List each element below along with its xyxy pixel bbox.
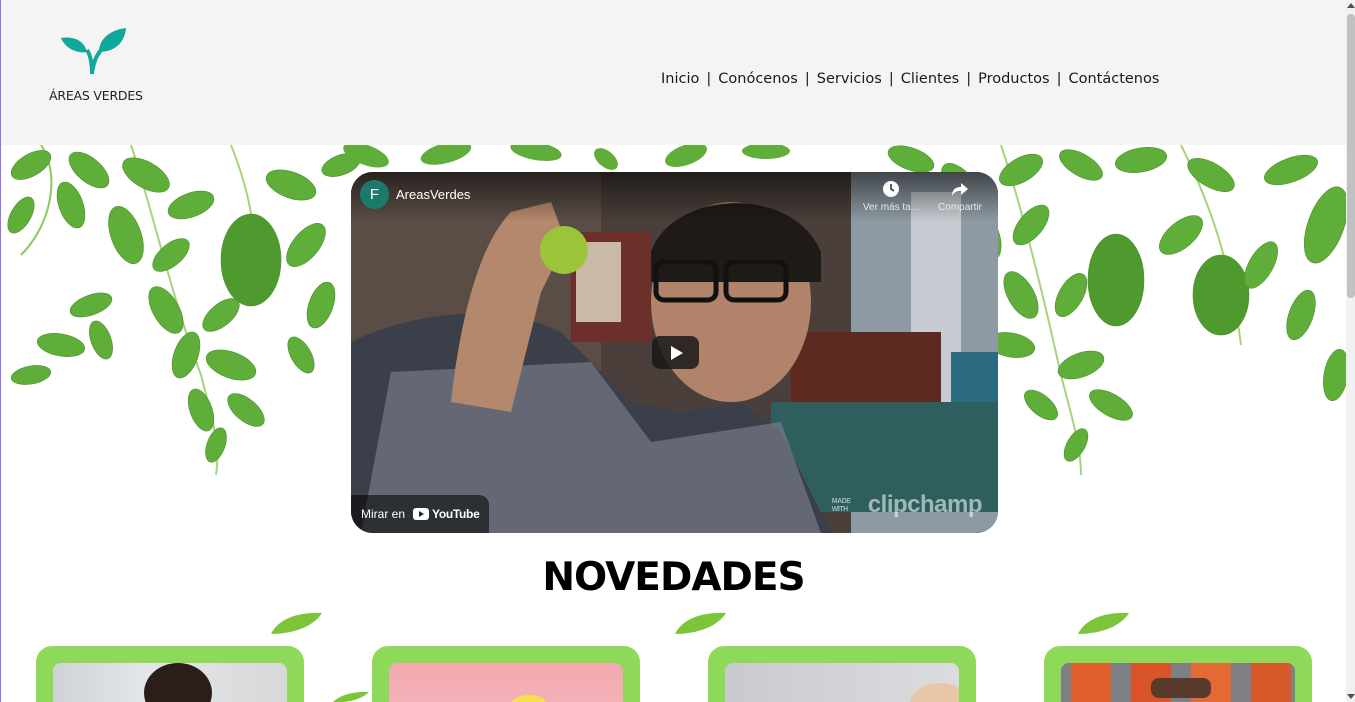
logo[interactable]: ÁREAS VERDES — [49, 26, 145, 106]
nav-separator: | — [706, 71, 712, 87]
leaf-icon — [333, 691, 369, 702]
nav-separator: | — [804, 71, 810, 87]
nav-item-inicio[interactable]: Inicio — [661, 71, 699, 87]
watermark-text: clipchamp — [867, 491, 983, 518]
scroll-up-icon[interactable] — [1347, 3, 1355, 8]
sprout-icon — [61, 28, 126, 75]
nav-item-conocenos[interactable]: Conócenos — [718, 71, 798, 87]
news-card[interactable] — [36, 646, 304, 702]
watch-later-button[interactable]: Ver más ta... — [860, 180, 922, 213]
watch-on-youtube-button[interactable]: Mirar en YouTube — [351, 495, 490, 533]
video-player[interactable]: F AreasVerdes Ver más ta... Compartir MA… — [351, 172, 998, 533]
news-card[interactable] — [372, 646, 640, 702]
play-icon[interactable] — [652, 336, 699, 369]
nav-item-servicios[interactable]: Servicios — [817, 71, 882, 87]
news-card-image — [1061, 663, 1295, 702]
share-label: Compartir — [938, 202, 982, 213]
news-card[interactable] — [708, 646, 976, 702]
share-button[interactable]: Compartir — [929, 180, 991, 213]
scroll-down-icon[interactable] — [1347, 694, 1355, 699]
watch-on-label: Mirar en — [361, 507, 406, 521]
share-icon — [952, 183, 968, 196]
youtube-play-icon — [413, 508, 430, 520]
site-header: ÁREAS VERDES Inicio | Conócenos | Servic… — [1, 0, 1346, 145]
news-card[interactable] — [1044, 646, 1312, 702]
brand-name: ÁREAS VERDES — [49, 88, 143, 103]
news-card-image — [389, 663, 623, 702]
nav-separator: | — [1056, 71, 1062, 87]
news-card-image — [53, 663, 287, 702]
video-watermark: MADE WITH clipchamp — [831, 491, 983, 519]
nav-item-contactenos[interactable]: Contáctenos — [1068, 71, 1159, 87]
page: ÁREAS VERDES Inicio | Conócenos | Servic… — [0, 0, 1355, 702]
scrollbar-thumb[interactable] — [1347, 14, 1355, 298]
nav-separator: | — [966, 71, 972, 87]
leaf-icon — [1078, 612, 1129, 634]
leaves-decoration-left — [7, 145, 361, 476]
main-nav: Inicio | Conócenos | Servicios | Cliente… — [661, 71, 1159, 87]
channel-name[interactable]: AreasVerdes — [396, 187, 470, 202]
nav-item-productos[interactable]: Productos — [978, 71, 1049, 87]
watch-later-label: Ver más ta... — [862, 202, 920, 213]
youtube-logo: YouTube — [413, 507, 480, 521]
clock-icon — [883, 181, 899, 197]
leaf-icon — [271, 612, 322, 634]
leaf-icon — [675, 612, 726, 634]
novedades-title: NOVEDADES — [542, 555, 805, 600]
page-scrollbar[interactable] — [1346, 0, 1355, 702]
watermark-prefix: MADE WITH — [831, 497, 851, 513]
nav-item-clientes[interactable]: Clientes — [901, 71, 959, 87]
news-card-image — [725, 663, 959, 702]
channel-avatar[interactable]: F — [360, 180, 389, 209]
youtube-label: YouTube — [432, 507, 480, 521]
nav-separator: | — [888, 71, 894, 87]
